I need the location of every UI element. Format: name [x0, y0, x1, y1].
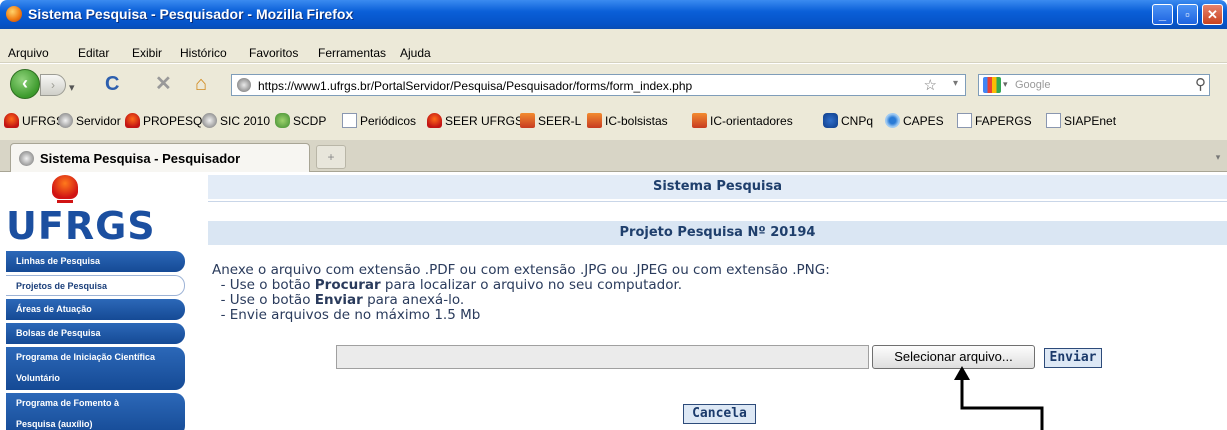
minimize-button[interactable]: _: [1152, 4, 1173, 25]
firefox-icon: [6, 6, 22, 22]
bookmark-cnpq[interactable]: CNPq: [823, 113, 873, 128]
bookmark-sic-2010[interactable]: SIC 2010: [202, 113, 270, 128]
sidebar-item-linhas-de-pesquisa[interactable]: Linhas de Pesquisa: [6, 251, 185, 272]
bookmark-scdp[interactable]: SCDP: [275, 113, 326, 128]
bookmark-ic-bolsistas[interactable]: IC-bolsistas: [587, 113, 668, 128]
sidebar-item-areas-de-atuacao[interactable]: Áreas de Atuação: [6, 299, 185, 320]
mailman-icon: [520, 113, 535, 128]
menu-bar: Arquivo Editar Exibir Histórico Favorito…: [0, 29, 1227, 63]
sidebar-item-label: Programa de Fomento à: [16, 398, 120, 408]
url-text[interactable]: https://www1.ufrgs.br/PortalServidor/Pes…: [258, 79, 692, 93]
tab-list-dropdown-icon[interactable]: ▾: [1209, 145, 1227, 169]
page-icon: [342, 113, 357, 128]
navigation-bar: ‹ › ▾ C ✕ ⌂ https://www1.ufrgs.br/Portal…: [0, 64, 1227, 102]
tab-strip: Sistema Pesquisa - Pesquisador + ▾: [0, 140, 1227, 172]
maximize-button[interactable]: ▫: [1177, 4, 1198, 25]
ufrgs-icon: [427, 113, 442, 128]
instructions-step-2: - Use o botão Enviar para anexá-lo.: [212, 292, 465, 308]
url-dropdown-icon[interactable]: ▾: [953, 78, 958, 89]
stop-icon[interactable]: ✕: [155, 74, 172, 94]
history-dropdown-icon[interactable]: ▾: [69, 78, 75, 98]
instructions-step-1: - Use o botão Procurar para localizar o …: [212, 277, 683, 293]
bookmark-ic-orientadores[interactable]: IC-orientadores: [692, 113, 793, 128]
instructions-intro: Anexe o arquivo com extensão .PDF ou com…: [212, 262, 830, 278]
bookmark-ufrgs[interactable]: UFRGS: [4, 113, 64, 128]
sidebar-item-label: Programa de Iniciação Científica: [16, 352, 156, 362]
bookmark-capes[interactable]: CAPES: [885, 113, 944, 128]
capes-icon: [885, 113, 900, 128]
close-button[interactable]: ✕: [1202, 4, 1223, 25]
file-path-field[interactable]: [336, 345, 869, 369]
reload-icon[interactable]: C: [105, 74, 119, 94]
search-bar[interactable]: ▾ Google ⚲: [978, 74, 1210, 96]
send-button[interactable]: Enviar: [1044, 348, 1102, 368]
window-title: Sistema Pesquisa - Pesquisador - Mozilla…: [28, 6, 354, 22]
bookmark-siapenet[interactable]: SIAPEnet: [1046, 113, 1116, 128]
bookmark-seer-l[interactable]: SEER-L: [520, 113, 581, 128]
select-file-button[interactable]: Selecionar arquivo...: [872, 345, 1035, 369]
ufrgs-icon: [125, 113, 140, 128]
bookmark-servidor[interactable]: Servidor: [58, 113, 121, 128]
project-header: Projeto Pesquisa Nº 20194: [208, 221, 1227, 245]
bookmarks-bar: UFRGS Servidor PROPESQ SIC 2010 SCDP Per…: [0, 102, 1227, 140]
bookmark-fapergs[interactable]: FAPERGS: [957, 113, 1032, 128]
tab-label: Sistema Pesquisa - Pesquisador: [40, 151, 241, 166]
mailman-icon: [692, 113, 707, 128]
mailman-icon: [587, 113, 602, 128]
cancel-button[interactable]: Cancela: [683, 404, 756, 424]
ufrgs-logo: UFRGS: [6, 204, 156, 248]
person-icon: [202, 113, 217, 128]
google-icon[interactable]: [983, 77, 1001, 93]
instructions-step-3: - Envie arquivos de no máximo 1.5 Mb: [212, 307, 481, 323]
forward-button[interactable]: ›: [40, 74, 66, 96]
search-engine-dropdown-icon[interactable]: ▾: [1003, 79, 1008, 90]
bookmark-periodicos[interactable]: Periódicos: [342, 113, 416, 128]
sidebar-item-bolsas-de-pesquisa[interactable]: Bolsas de Pesquisa: [6, 323, 185, 344]
back-button[interactable]: ‹: [10, 69, 40, 99]
sidebar-item-fomento-a-pesquisa[interactable]: Programa de Fomento à Pesquisa (auxílio): [6, 393, 185, 430]
sidebar-item-iniciacao-cientifica[interactable]: Programa de Iniciação Científica Voluntá…: [6, 347, 185, 390]
new-tab-button[interactable]: +: [316, 145, 346, 169]
system-header: Sistema Pesquisa: [208, 175, 1227, 199]
ufrgs-flame-base: [57, 200, 73, 203]
person-icon: [58, 113, 73, 128]
menu-arquivo[interactable]: Arquivo: [8, 46, 49, 60]
tab-sistema-pesquisa[interactable]: Sistema Pesquisa - Pesquisador: [10, 143, 310, 172]
menu-exibir[interactable]: Exibir: [132, 46, 162, 60]
sidebar-item-label: Pesquisa (auxílio): [16, 419, 93, 429]
url-bar[interactable]: https://www1.ufrgs.br/PortalServidor/Pes…: [231, 74, 966, 96]
menu-favoritos[interactable]: Favoritos: [249, 46, 298, 60]
site-identity-icon[interactable]: [237, 78, 251, 92]
scdp-icon: [275, 113, 290, 128]
sidebar-menu: Linhas de Pesquisa Projetos de Pesquisa …: [6, 251, 185, 430]
person-icon: [19, 151, 34, 166]
menu-historico[interactable]: Histórico: [180, 46, 227, 60]
ufrgs-icon: [4, 113, 19, 128]
sidebar-item-label: Voluntário: [16, 373, 60, 383]
page-icon: [1046, 113, 1061, 128]
window-titlebar: Sistema Pesquisa - Pesquisador - Mozilla…: [0, 0, 1227, 29]
cnpq-icon: [823, 113, 838, 128]
sidebar-item-projetos-de-pesquisa[interactable]: Projetos de Pesquisa: [6, 275, 185, 296]
bookmark-propesq[interactable]: PROPESQ: [125, 113, 202, 128]
page-content: UFRGS Linhas de Pesquisa Projetos de Pes…: [0, 173, 1227, 430]
menu-ajuda[interactable]: Ajuda: [400, 46, 431, 60]
menu-editar[interactable]: Editar: [78, 46, 109, 60]
ufrgs-flame-logo-icon: [52, 175, 78, 199]
upload-instructions: Anexe o arquivo com extensão .PDF ou com…: [212, 263, 830, 323]
search-icon[interactable]: ⚲: [1195, 75, 1206, 93]
bookmark-star-icon[interactable]: ☆: [924, 76, 937, 94]
home-icon[interactable]: ⌂: [195, 74, 207, 94]
menu-ferramentas[interactable]: Ferramentas: [318, 46, 386, 60]
search-input[interactable]: Google: [1015, 79, 1050, 91]
header-divider: [208, 201, 1227, 202]
page-icon: [957, 113, 972, 128]
bookmark-seer-ufrgs[interactable]: SEER UFRGS: [427, 113, 523, 128]
